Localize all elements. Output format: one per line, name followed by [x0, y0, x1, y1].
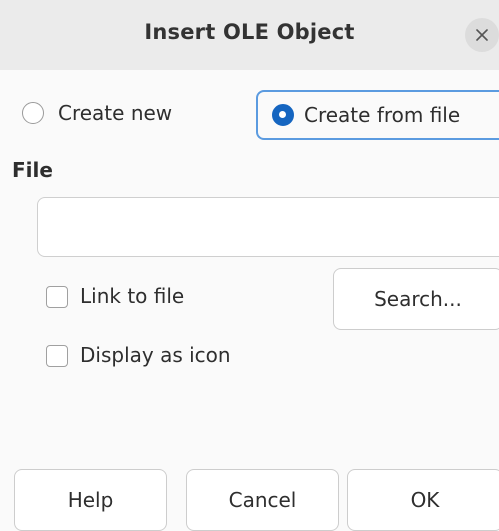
dialog-title: Insert OLE Object: [144, 20, 355, 44]
radio-create-from-file-indicator[interactable]: [272, 104, 294, 126]
radio-create-from-file[interactable]: Create from file: [256, 90, 499, 140]
close-button[interactable]: [465, 18, 499, 52]
link-to-file-label: Link to file: [80, 284, 185, 308]
dialog-titlebar: Insert OLE Object: [0, 0, 499, 70]
radio-create-new-label: Create new: [58, 101, 173, 125]
ok-button[interactable]: OK: [347, 469, 499, 531]
display-as-icon-label: Display as icon: [80, 343, 231, 367]
radio-create-from-file-label: Create from file: [304, 103, 461, 127]
cancel-button[interactable]: Cancel: [186, 469, 339, 531]
file-section-label: File: [12, 158, 53, 182]
radio-create-new-indicator[interactable]: [22, 102, 44, 124]
search-button[interactable]: Search...: [333, 268, 499, 330]
close-icon: [476, 29, 488, 41]
help-button[interactable]: Help: [14, 469, 167, 531]
link-to-file-checkbox[interactable]: [46, 286, 68, 308]
display-as-icon-checkbox[interactable]: [46, 345, 68, 367]
file-path-input[interactable]: [37, 197, 499, 257]
